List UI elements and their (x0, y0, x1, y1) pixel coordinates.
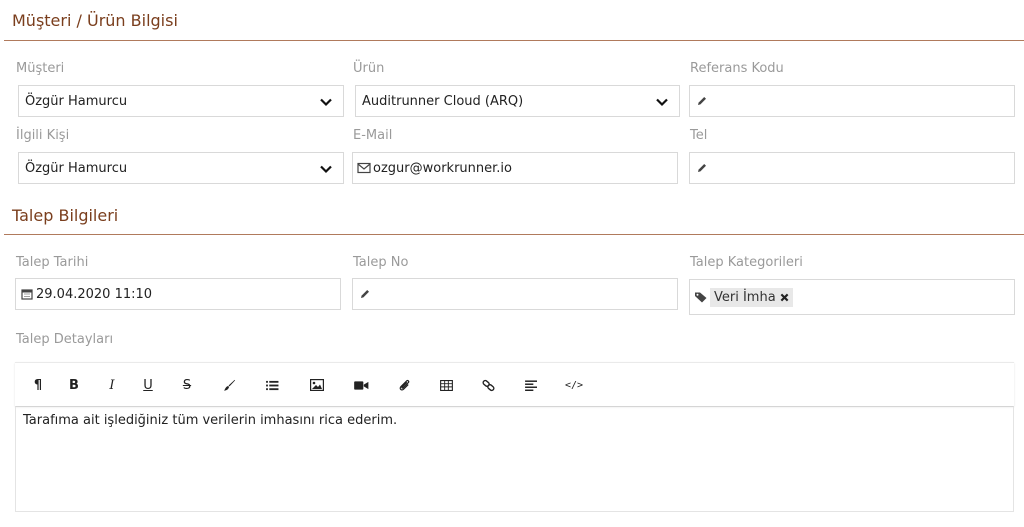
image-icon[interactable] (306, 375, 328, 395)
email-label: E-Mail (353, 128, 393, 143)
category-tag: Veri İmha (710, 287, 793, 307)
pencil-icon (698, 164, 706, 172)
reference-code-input[interactable] (689, 85, 1015, 117)
customer-select-value: Özgür Hamurcu (25, 93, 128, 109)
phone-input[interactable] (689, 152, 1015, 184)
tag-icon (695, 292, 707, 303)
request-date-value: 29.04.2020 11:10 (36, 286, 153, 302)
contact-person-label: İlgili Kişi (16, 128, 70, 143)
request-date-input[interactable]: 29.04.2020 11:10 (15, 278, 341, 310)
align-left-icon[interactable] (520, 375, 542, 395)
section-title-request: Talep Bilgileri (12, 206, 119, 225)
envelope-icon (357, 162, 371, 174)
email-value: ozgur@workrunner.io (373, 160, 512, 176)
contact-person-select[interactable]: Özgür Hamurcu (18, 152, 344, 184)
table-icon[interactable] (435, 375, 457, 395)
editor-toolbar: ¶ B I U S </> (15, 362, 1014, 406)
email-input[interactable]: ozgur@workrunner.io (352, 152, 678, 184)
list-icon[interactable] (261, 375, 283, 395)
chevron-down-icon (320, 98, 332, 107)
contact-person-value: Özgür Hamurcu (25, 160, 128, 176)
pencil-icon (361, 290, 369, 298)
section-divider (4, 40, 1024, 41)
product-select-value: Auditrunner Cloud (ARQ) (362, 93, 524, 109)
calendar-icon (21, 289, 33, 300)
link-icon[interactable] (477, 375, 499, 395)
request-date-label: Talep Tarihi (16, 255, 89, 270)
section-title-customer-product: Müşteri / Ürün Bilgisi (12, 11, 178, 30)
strikethrough-icon[interactable]: S (176, 375, 198, 395)
product-select[interactable]: Auditrunner Cloud (ARQ) (355, 85, 680, 117)
request-no-input[interactable] (352, 278, 678, 310)
bold-icon[interactable]: B (63, 375, 85, 395)
chevron-down-icon (320, 165, 332, 174)
request-details-editor[interactable]: Tarafıma ait işlediğiniz tüm verilerin i… (15, 406, 1014, 512)
customer-label: Müşteri (16, 61, 65, 76)
paperclip-icon[interactable] (393, 375, 415, 395)
request-details-label: Talep Detayları (16, 332, 114, 347)
customer-select[interactable]: Özgür Hamurcu (18, 85, 344, 117)
phone-label: Tel (690, 128, 708, 143)
italic-icon[interactable]: I (101, 375, 123, 395)
pencil-icon (698, 97, 706, 105)
product-label: Ürün (353, 61, 385, 76)
video-icon[interactable] (350, 375, 372, 395)
code-icon[interactable]: </> (563, 375, 585, 395)
request-details-content: Tarafıma ait işlediğiniz tüm verilerin i… (23, 413, 398, 428)
close-icon[interactable] (780, 293, 789, 302)
request-categories-input[interactable]: Veri İmha (689, 279, 1015, 315)
underline-icon[interactable]: U (137, 375, 159, 395)
category-tag-label: Veri İmha (714, 289, 776, 305)
section-divider (4, 234, 1024, 235)
reference-code-label: Referans Kodu (690, 61, 784, 76)
request-categories-label: Talep Kategorileri (690, 255, 803, 270)
chevron-down-icon (656, 98, 668, 107)
paragraph-icon[interactable]: ¶ (27, 375, 49, 395)
request-no-label: Talep No (353, 255, 409, 270)
brush-icon[interactable] (218, 375, 240, 395)
